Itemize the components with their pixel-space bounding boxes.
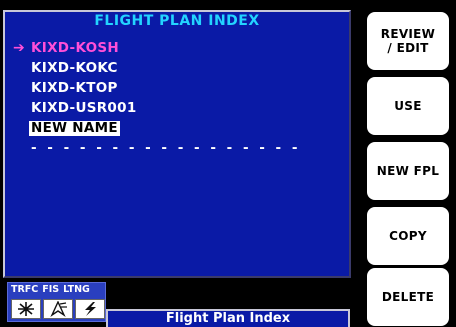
flight-plan-name: KIXD-USR001 — [31, 100, 137, 116]
panel-title: FLIGHT PLAN INDEX — [94, 13, 260, 29]
new-name-entry[interactable]: NEW NAME — [13, 118, 343, 138]
flight-plan-name: KIXD-KTOP — [31, 80, 118, 96]
copy-button[interactable]: COPY — [367, 207, 449, 265]
flight-plan-name: KIXD-KOKC — [31, 60, 118, 76]
lightning-icon[interactable] — [75, 299, 105, 319]
flight-plan-index-panel: FLIGHT PLAN INDEX ➔ KIXD-KOSH KIXD-KOKC … — [3, 10, 351, 278]
fis-icon[interactable] — [43, 299, 73, 319]
delete-label: DELETE — [381, 290, 435, 304]
use-button[interactable]: USE — [367, 77, 449, 135]
delete-button[interactable]: DELETE — [367, 268, 449, 326]
status-icons — [11, 299, 105, 319]
mfd-screen: FLIGHT PLAN INDEX ➔ KIXD-KOSH KIXD-KOKC … — [0, 0, 456, 327]
selection-arrow-icon: ➔ — [13, 40, 26, 56]
new-name-field[interactable]: NEW NAME — [29, 120, 120, 136]
new-fpl-label: NEW FPL — [376, 164, 440, 178]
lightning-label: LTNG — [63, 284, 90, 295]
traffic-icon[interactable] — [11, 299, 41, 319]
copy-label: COPY — [389, 229, 427, 243]
datalink-status-widget: TRFC FIS LTNG — [7, 282, 106, 322]
fis-label: FIS — [42, 284, 60, 295]
page-title: Flight Plan Index — [106, 309, 350, 327]
review-edit-label: REVIEW / EDIT — [380, 27, 436, 55]
status-labels: TRFC FIS LTNG — [11, 284, 90, 295]
flight-plan-row[interactable]: KIXD-KTOP — [13, 78, 343, 98]
review-edit-button[interactable]: REVIEW / EDIT — [367, 12, 449, 70]
use-label: USE — [394, 99, 422, 113]
empty-slot-dashes: - - - - - - - - - - - - - - - - - — [31, 140, 301, 156]
flight-plan-list: ➔ KIXD-KOSH KIXD-KOKC KIXD-KTOP KIXD-USR… — [13, 38, 343, 158]
flight-plan-row[interactable]: KIXD-USR001 — [13, 98, 343, 118]
traffic-label: TRFC — [11, 284, 39, 295]
empty-plan-slot[interactable]: - - - - - - - - - - - - - - - - - — [13, 138, 343, 158]
new-fpl-button[interactable]: NEW FPL — [367, 142, 449, 200]
flight-plan-row[interactable]: ➔ KIXD-KOSH — [13, 38, 343, 58]
flight-plan-row[interactable]: KIXD-KOKC — [13, 58, 343, 78]
flight-plan-name: KIXD-KOSH — [31, 40, 120, 56]
